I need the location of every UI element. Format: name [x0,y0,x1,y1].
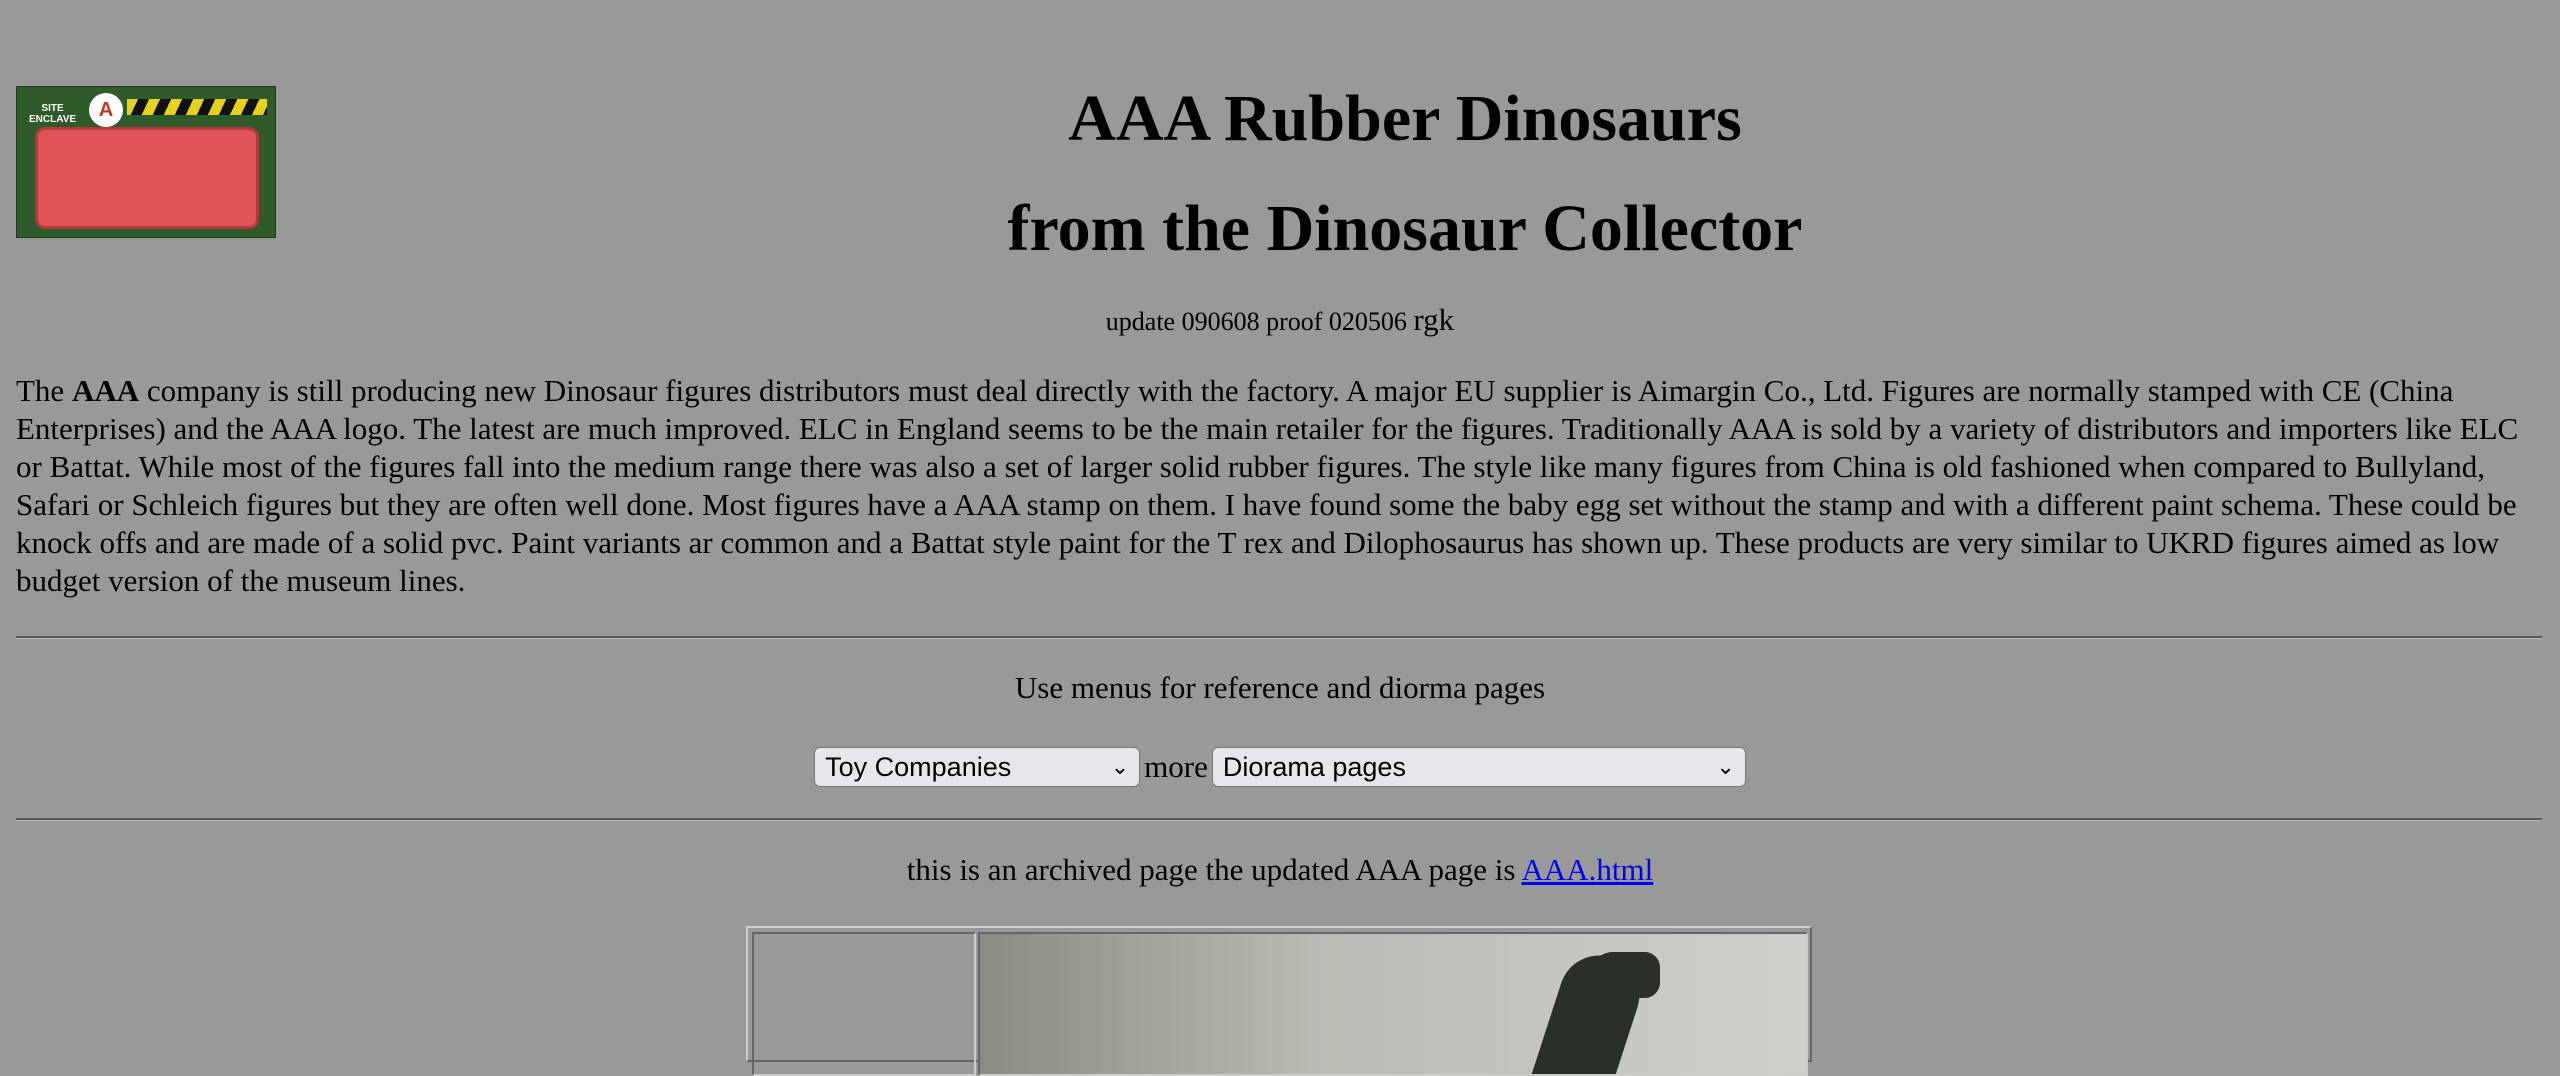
dinosaur-photo [978,932,1808,1076]
menus-row: Toy Companies ⌄ more Diorama pages ⌄ [0,744,2560,787]
chevron-down-icon: ⌄ [1110,753,1130,779]
archived-text: this is an archived page the updated AAA… [906,852,1522,887]
intro-prefix: The [16,373,72,408]
chevron-down-icon: ⌄ [1716,753,1735,779]
page-title-line1: AAA Rubber Dinosaurs [1068,82,1742,155]
toy-companies-select-value: Toy Companies [825,751,1012,782]
update-text: update 090608 proof 020506 [1105,307,1407,336]
diorama-pages-select[interactable]: Diorama pages ⌄ [1211,746,1746,787]
archived-notice: this is an archived page the updated AAA… [0,850,2560,890]
divider-bottom [16,818,2542,821]
aaa-page-link[interactable]: AAA.html [1521,852,1653,887]
table-cell-empty [752,932,976,1076]
intro-rest: company is still producing new Dinosaur … [16,373,2519,598]
menus-hint: Use menus for reference and diorma pages [1014,670,1546,705]
diorama-pages-select-value: Diorama pages [1222,751,1406,782]
intro-paragraph: The AAA company is still producing new D… [16,372,2546,600]
page-title-line2: from the Dinosaur Collector [1007,192,1803,265]
dinosaur-head-shape [1590,952,1660,998]
update-author: rgk [1413,302,1455,337]
more-label: more [1144,748,1208,784]
figure-table [746,926,1812,1076]
update-line: update 090608 proof 020506 rgk [0,302,2560,340]
divider-top [16,636,2542,639]
toy-companies-select[interactable]: Toy Companies ⌄ [814,746,1141,787]
intro-bold: AAA [71,373,140,408]
